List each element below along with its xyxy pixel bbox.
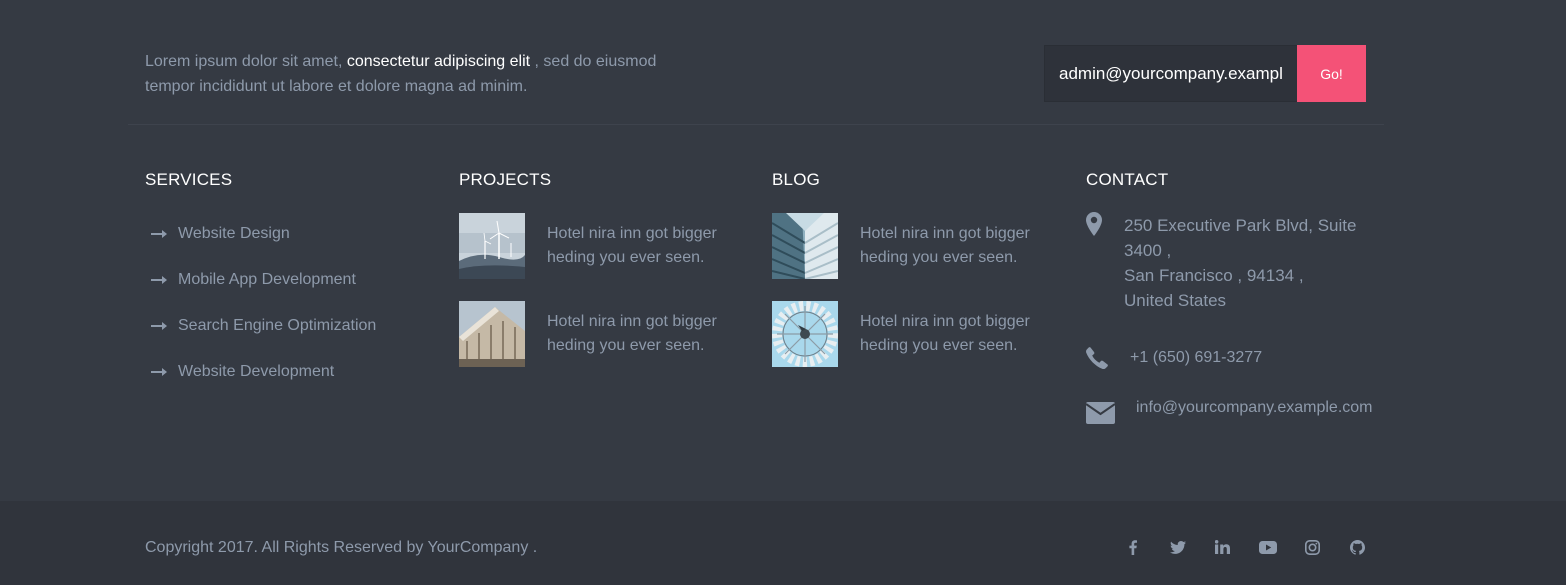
projects-list: Hotel nira inn got bigger heding you eve… [459,213,749,367]
blog-post[interactable]: Hotel nira inn got bigger heding you eve… [772,301,1062,367]
contact-column: CONTACT 250 Executive Park Blvd, Suite 3… [1085,170,1386,424]
twitter-icon[interactable] [1155,537,1200,557]
windmill-thumbnail[interactable] [772,301,838,367]
instagram-icon[interactable] [1290,537,1335,557]
phone-icon [1086,347,1124,374]
newsletter-form: Go! [1044,45,1366,102]
project-post-title: Hotel nira inn got bigger heding you eve… [547,313,717,354]
address-line-3: United States [1124,291,1227,310]
newsletter-email-input[interactable] [1044,45,1297,102]
blog-post[interactable]: Hotel nira inn got bigger heding you eve… [772,213,1062,279]
service-item-label: Website Development [178,363,335,380]
phone-number[interactable]: +1 (650) 691-3277 [1130,349,1262,374]
footer-bottom-bar: Copyright 2017. All Rights Reserved by Y… [0,501,1566,585]
github-icon[interactable] [1335,537,1380,557]
linkedin-icon[interactable] [1200,537,1245,557]
arrow-right-icon [145,368,178,376]
contact-email: info@yourcompany.example.com [1085,399,1373,429]
project-post[interactable]: Hotel nira inn got bigger heding you eve… [459,213,749,279]
contact-phone: +1 (650) 691-3277 [1086,347,1262,374]
service-item-label: Website Design [178,225,290,242]
address-text: 250 Executive Park Blvd, Suite 3400 , Sa… [1124,213,1374,313]
blog-post-title: Hotel nira inn got bigger heding you eve… [860,225,1030,266]
service-item[interactable]: Website Design [145,211,376,257]
project-post[interactable]: Hotel nira inn got bigger heding you eve… [459,301,749,367]
footer-divider [128,124,1384,125]
service-item-label: Search Engine Optimization [178,317,377,334]
footer-intro-text: Lorem ipsum dolor sit amet, consectetur … [145,49,705,99]
services-list: Website Design Mobile App Development Se… [145,211,376,395]
newsletter-go-button[interactable]: Go! [1297,45,1366,102]
wind-turbines-thumbnail[interactable] [459,213,525,279]
projects-column: PROJECTS Hotel nira inn got bigger hedin… [459,170,749,367]
facebook-icon[interactable] [1110,537,1155,557]
youtube-icon[interactable] [1245,537,1290,557]
blog-post-title: Hotel nira inn got bigger heding you eve… [860,313,1030,354]
arrow-right-icon [145,276,178,284]
contact-address: 250 Executive Park Blvd, Suite 3400 , Sa… [1086,212,1374,313]
map-marker-icon [1086,212,1124,313]
copyright-text: Copyright 2017. All Rights Reserved by Y… [145,539,538,556]
service-item-label: Mobile App Development [178,271,356,288]
projects-heading: PROJECTS [459,170,552,189]
contact-heading: CONTACT [1086,170,1169,189]
blog-list: Hotel nira inn got bigger heding you eve… [772,213,1062,367]
service-item[interactable]: Website Development [145,349,376,395]
services-heading: SERVICES [145,170,233,189]
skyscraper-thumbnail[interactable] [772,213,838,279]
envelope-icon [1085,402,1124,429]
project-post-title: Hotel nira inn got bigger heding you eve… [547,225,717,266]
email-link[interactable]: info@yourcompany.example.com [1136,399,1373,429]
intro-text-before: Lorem ipsum dolor sit amet, [145,53,347,70]
wooden-building-thumbnail[interactable] [459,301,525,367]
services-column: SERVICES Website Design Mobile App Devel… [145,170,376,395]
arrow-right-icon [145,322,178,330]
service-item[interactable]: Mobile App Development [145,257,376,303]
service-item[interactable]: Search Engine Optimization [145,303,376,349]
blog-column: BLOG Hotel nira inn got bigger heding yo… [772,170,1062,367]
blog-heading: BLOG [772,170,821,189]
arrow-right-icon [145,230,178,238]
intro-highlight: consectetur adipiscing elit [346,53,531,70]
address-line-1: 250 Executive Park Blvd, Suite 3400 , [1124,216,1357,260]
address-line-2: San Francisco , 94134 , [1124,266,1304,285]
social-links [1110,537,1380,557]
